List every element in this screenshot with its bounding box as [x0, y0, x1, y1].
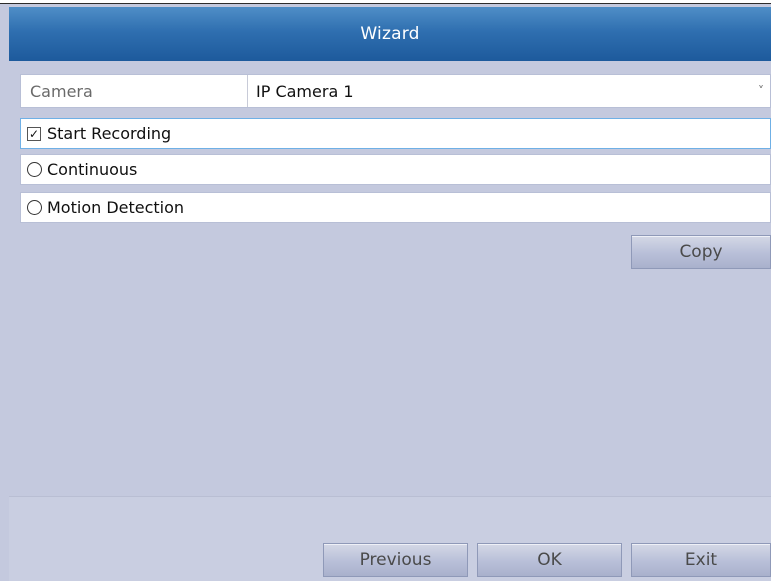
camera-label: Camera [21, 75, 248, 107]
start-recording-label: Start Recording [47, 124, 172, 143]
camera-select[interactable]: IP Camera 1 ˅ [248, 75, 770, 107]
camera-field-row: Camera IP Camera 1 ˅ [20, 74, 771, 108]
continuous-label: Continuous [47, 160, 138, 179]
start-recording-checkbox[interactable]: ✓ [27, 126, 41, 141]
start-recording-row[interactable]: ✓ Start Recording [20, 118, 771, 149]
continuous-row[interactable]: Continuous [20, 154, 771, 185]
ok-button[interactable]: OK [477, 543, 622, 577]
top-rule [0, 0, 771, 4]
copy-button[interactable]: Copy [631, 235, 771, 269]
wizard-title-bar: Wizard [9, 7, 771, 61]
continuous-radio[interactable] [27, 162, 42, 177]
motion-detection-radio[interactable] [27, 200, 42, 215]
motion-detection-label: Motion Detection [47, 198, 185, 217]
wizard-footer: Previous OK Exit [9, 496, 771, 581]
wizard-content: Camera IP Camera 1 ˅ ✓ Start Recording C… [9, 61, 771, 581]
exit-button[interactable]: Exit [631, 543, 771, 577]
motion-detection-row[interactable]: Motion Detection [20, 192, 771, 223]
camera-select-value: IP Camera 1 [256, 81, 354, 101]
wizard-window: Wizard Camera IP Camera 1 ˅ ✓ Start Reco… [0, 0, 771, 581]
chevron-down-icon[interactable]: ˅ [758, 84, 764, 98]
previous-button[interactable]: Previous [323, 543, 468, 577]
wizard-title: Wizard [360, 24, 420, 44]
